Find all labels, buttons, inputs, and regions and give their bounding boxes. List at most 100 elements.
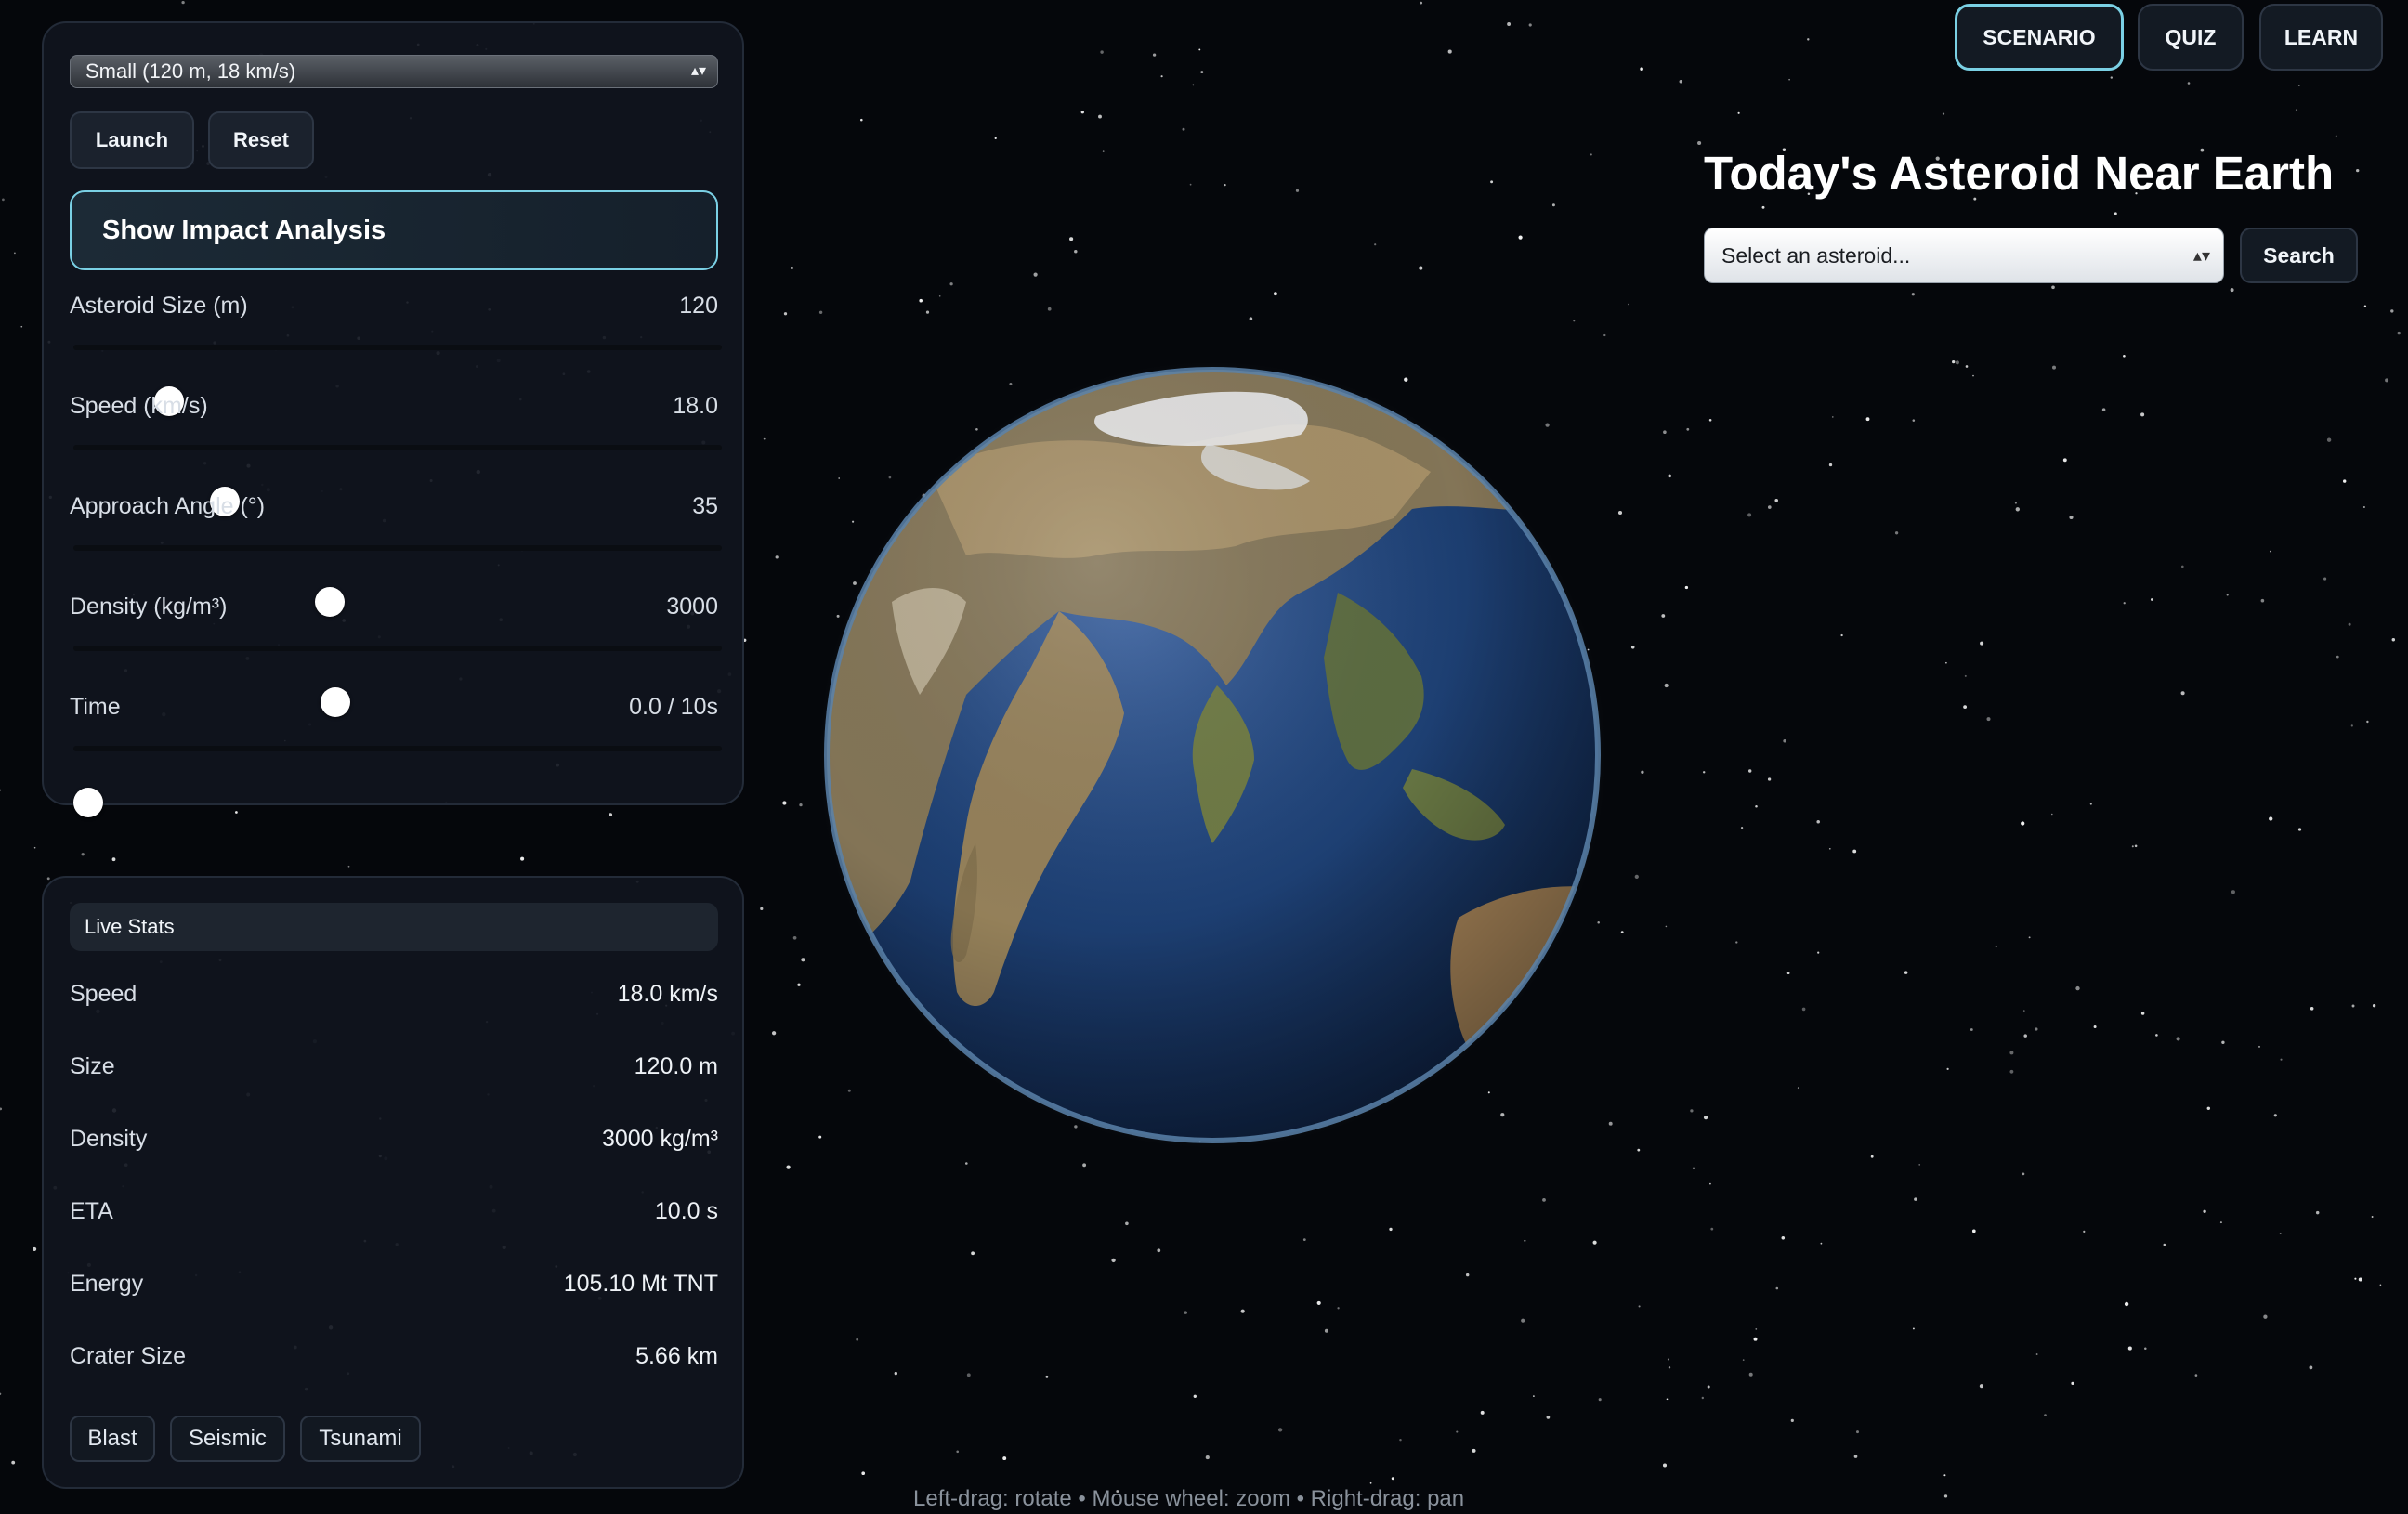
star	[1465, 1273, 1470, 1277]
star	[1507, 22, 1512, 26]
star	[1082, 1163, 1087, 1168]
star	[801, 958, 805, 962]
star	[1856, 1430, 1859, 1434]
star	[2297, 828, 2302, 831]
tab-quiz[interactable]: QUIZ	[2138, 4, 2244, 71]
star	[775, 555, 779, 559]
time-label: Time	[70, 694, 121, 720]
time-slider-thumb[interactable]	[73, 788, 103, 817]
star	[1904, 971, 1908, 974]
star	[2051, 813, 2053, 816]
star	[347, 865, 350, 868]
star	[2390, 309, 2394, 313]
show-impact-analysis-button[interactable]: Show Impact Analysis	[70, 190, 718, 270]
approach-angle-slider[interactable]	[73, 545, 722, 617]
star	[1399, 1438, 1402, 1442]
star	[2310, 1006, 2314, 1011]
tsunami-effect-chip[interactable]: Tsunami	[300, 1416, 421, 1462]
star	[1828, 463, 1833, 467]
star	[1737, 111, 1740, 114]
star	[2163, 1243, 2166, 1246]
star	[2206, 1106, 2211, 1111]
star	[1788, 78, 1790, 81]
star	[2279, 1233, 2282, 1234]
star	[1781, 1236, 1786, 1240]
density-slider[interactable]	[73, 646, 722, 717]
star	[2187, 82, 2191, 85]
star	[1528, 23, 1532, 27]
star	[1755, 1328, 1758, 1330]
star	[2035, 1353, 2038, 1355]
blast-effect-chip[interactable]: Blast	[70, 1416, 155, 1462]
star	[1955, 360, 1959, 365]
star	[1748, 1372, 1753, 1377]
time-control: Time 0.0 / 10s	[70, 694, 722, 817]
star	[1952, 359, 1956, 364]
time-slider[interactable]	[73, 746, 722, 817]
stat-row-crater-size: Crater Size 5.66 km	[70, 1343, 718, 1380]
star	[2379, 1284, 2382, 1286]
updown-chevron-icon: ▴▾	[690, 63, 706, 79]
neo-title: Today's Asteroid Near Earth	[1704, 147, 2335, 200]
star	[1668, 474, 1671, 478]
star	[1945, 661, 1947, 664]
star	[1817, 951, 1820, 954]
live-stats-panel: Live Stats Speed 18.0 km/s Size 120.0 m …	[42, 876, 744, 1489]
star	[919, 298, 923, 303]
star	[2350, 724, 2353, 727]
star	[1831, 416, 1834, 418]
star	[1943, 1474, 1946, 1477]
star	[1783, 738, 1786, 743]
star	[1374, 243, 1377, 246]
stat-value: 105.10 Mt TNT	[563, 1271, 718, 1297]
asteroid-size-value: 120	[679, 293, 718, 319]
stat-label: Density	[70, 1126, 148, 1152]
launch-button[interactable]: Launch	[70, 111, 194, 169]
star	[14, 252, 16, 255]
star	[1637, 1148, 1641, 1152]
stat-label: Speed	[70, 981, 137, 1007]
preset-select[interactable]: Small (120 m, 18 km/s) ▴▾	[70, 55, 718, 88]
star	[2371, 1216, 2374, 1218]
star	[1456, 1430, 1459, 1433]
star	[2131, 845, 2134, 848]
star	[1573, 320, 1576, 322]
star	[763, 437, 766, 440]
star	[2062, 458, 2067, 463]
star	[2391, 638, 2396, 642]
star	[1069, 237, 1074, 241]
star	[1389, 1227, 1393, 1232]
reset-button[interactable]: Reset	[208, 111, 314, 169]
star	[2366, 720, 2369, 724]
star	[1420, 1, 1423, 5]
stat-label: Size	[70, 1053, 115, 1079]
star	[2363, 305, 2367, 307]
star	[2295, 109, 2298, 111]
star	[1419, 266, 1423, 270]
preset-select-value: Small (120 m, 18 km/s)	[85, 59, 296, 83]
asteroid-search-button[interactable]: Search	[2240, 228, 2358, 283]
star	[1277, 1428, 1283, 1432]
star	[1816, 820, 1820, 824]
star	[1447, 49, 1452, 54]
tab-scenario[interactable]: SCENARIO	[1955, 4, 2124, 71]
star	[1192, 84, 1195, 86]
seismic-effect-chip[interactable]: Seismic	[170, 1416, 285, 1462]
asteroid-size-slider[interactable]	[73, 345, 722, 416]
star	[1692, 1167, 1695, 1170]
star	[1125, 1221, 1129, 1226]
star	[2297, 85, 2300, 86]
star	[799, 803, 803, 807]
speed-slider[interactable]	[73, 445, 722, 516]
stat-label: ETA	[70, 1198, 113, 1224]
earth-globe-viewport[interactable]	[818, 360, 1607, 1150]
star	[0, 789, 2, 791]
stat-value: 5.66 km	[635, 1343, 718, 1369]
star	[2134, 844, 2138, 848]
star	[1630, 646, 1635, 649]
tab-learn[interactable]: LEARN	[2259, 4, 2383, 71]
star	[1690, 1109, 1694, 1113]
stat-label: Crater Size	[70, 1343, 187, 1369]
asteroid-select[interactable]: Select an asteroid... ▴▾	[1704, 228, 2224, 283]
star	[2155, 1034, 2158, 1037]
